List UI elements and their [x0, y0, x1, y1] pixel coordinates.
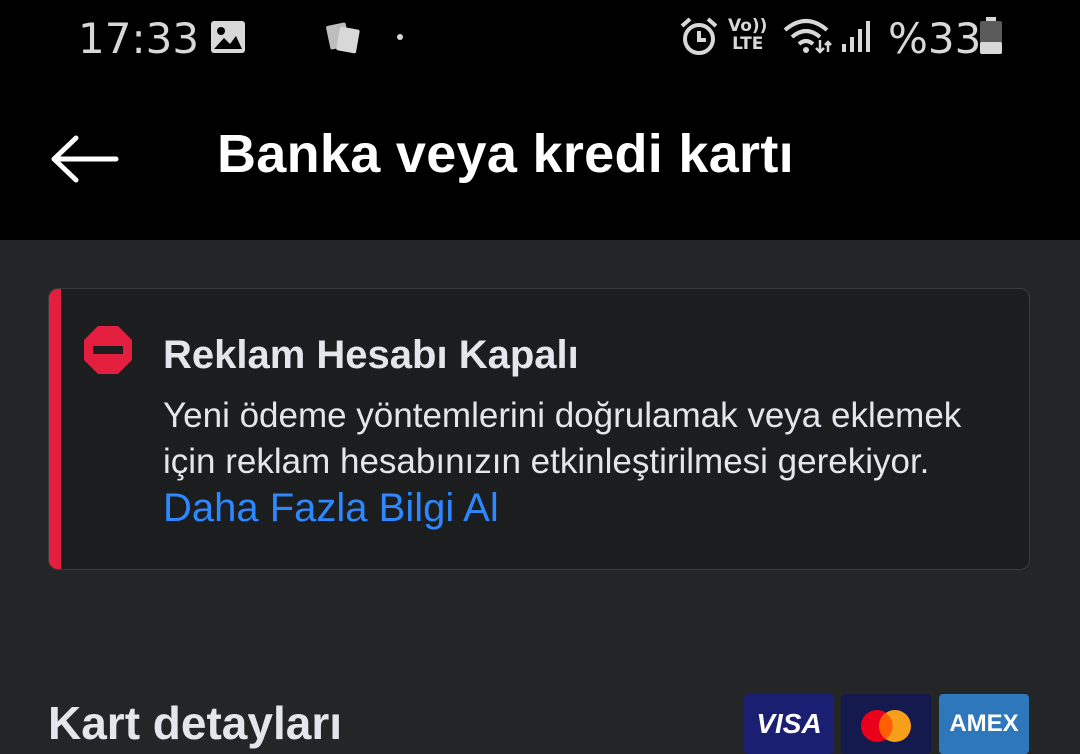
alert-body-text: Yeni ödeme yöntemlerini doğrulamak veya …	[163, 396, 962, 481]
wifi-icon	[783, 19, 832, 54]
account-disabled-alert: Reklam Hesabı Kapalı Yeni ödeme yöntemle…	[48, 288, 1030, 570]
alert-message: Yeni ödeme yöntemlerini doğrulamak veya …	[163, 393, 1013, 533]
alert-title: Reklam Hesabı Kapalı	[163, 333, 579, 377]
back-button[interactable]	[46, 128, 122, 188]
card-details-heading: Kart detayları	[48, 697, 343, 749]
mastercard-circles-icon	[861, 710, 911, 742]
visa-logo: VISA	[744, 694, 834, 754]
app-notification-icon	[326, 22, 360, 54]
status-time: 17:33	[78, 14, 200, 63]
alarm-icon	[680, 17, 718, 55]
volte-icon: Vo)) LTE	[728, 17, 767, 53]
amex-logo-label: AMEX	[949, 710, 1019, 737]
lte-label: LTE	[732, 34, 764, 54]
status-bar: 17:33 Vo)) LTE %33	[0, 0, 1080, 78]
stop-icon	[84, 326, 132, 374]
amex-logo: AMEX	[939, 694, 1029, 754]
visa-logo-label: VISA	[756, 708, 822, 739]
learn-more-link[interactable]: Daha Fazla Bilgi Al	[163, 486, 499, 530]
mastercard-logo	[841, 694, 931, 754]
top-app-bar: Banka veya kredi kartı	[0, 78, 1080, 240]
back-arrow-icon	[51, 135, 119, 183]
page-title: Banka veya kredi kartı	[217, 124, 794, 184]
battery-percentage: %33	[888, 14, 982, 63]
dot-icon	[397, 34, 403, 40]
alert-accent-bar	[49, 289, 61, 569]
image-icon	[211, 21, 245, 53]
battery-icon	[980, 17, 1002, 54]
volte-label: Vo))	[728, 16, 768, 36]
signal-icon	[842, 21, 870, 52]
